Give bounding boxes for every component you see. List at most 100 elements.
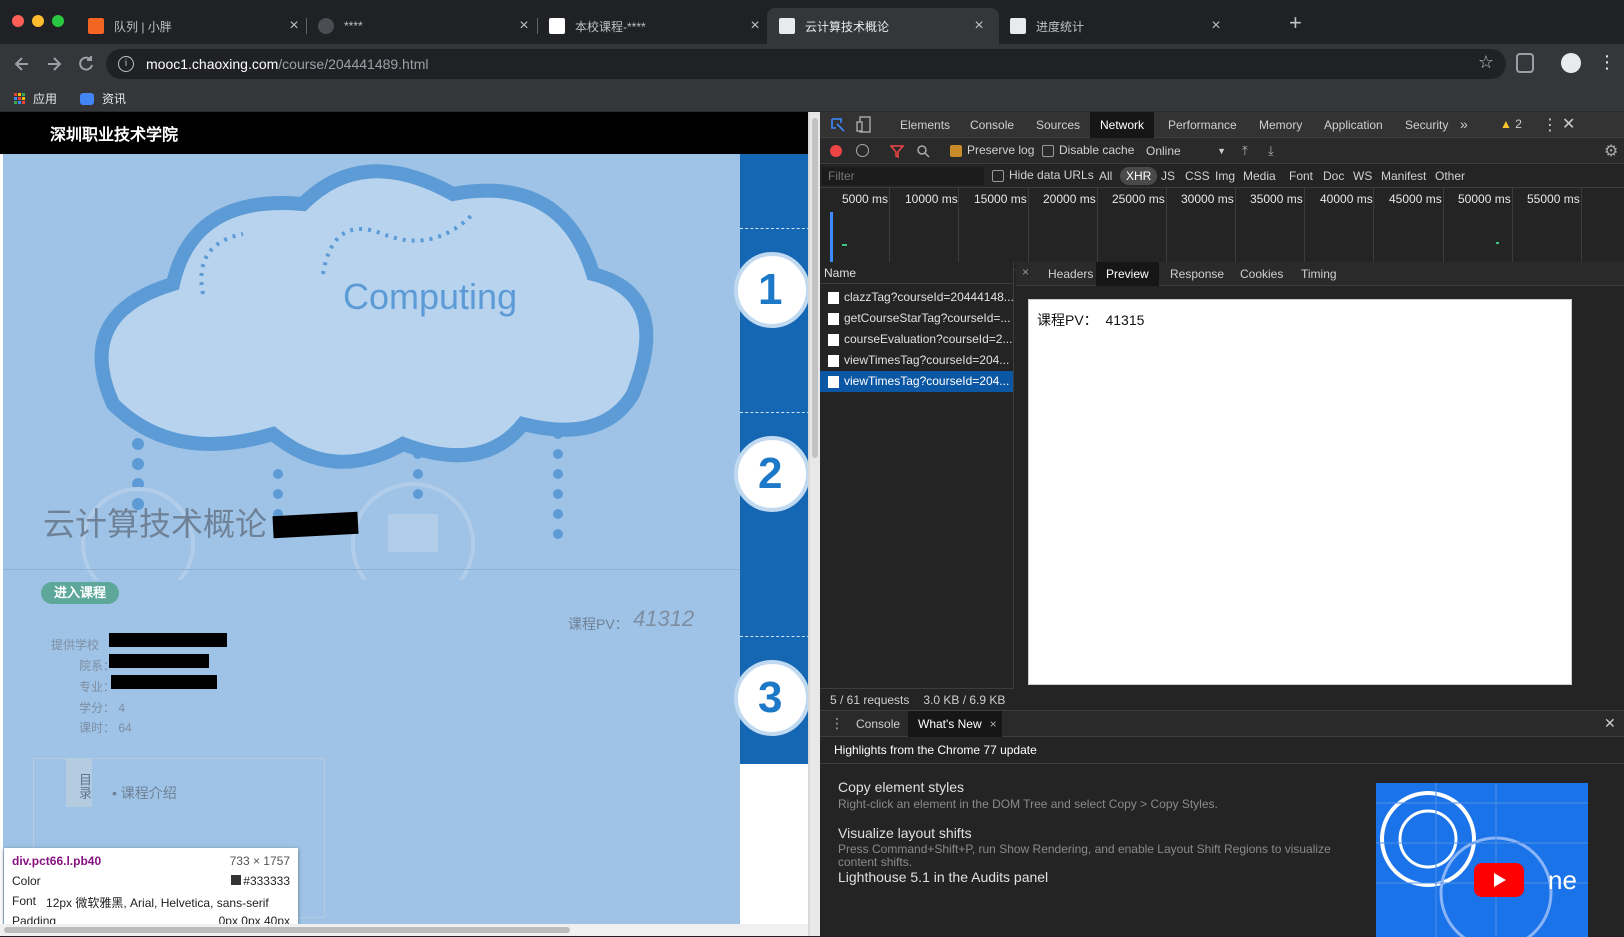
preserve-log-checkbox[interactable] bbox=[950, 145, 962, 157]
catalog-tab[interactable]: 目录 bbox=[66, 759, 92, 807]
filter-manifest[interactable]: Manifest bbox=[1378, 167, 1429, 185]
bookmark-apps[interactable]: 应用 bbox=[14, 90, 57, 107]
profile-avatar-icon[interactable] bbox=[1561, 53, 1581, 73]
filter-font[interactable]: Font bbox=[1286, 167, 1316, 185]
more-menu-icon[interactable]: ⋮ bbox=[1598, 52, 1616, 72]
horizontal-scrollbar[interactable] bbox=[0, 924, 808, 936]
page-scrollbar[interactable] bbox=[810, 112, 820, 936]
chapter-number-badge[interactable]: 1 bbox=[734, 252, 810, 328]
tab-network[interactable]: Network bbox=[1090, 112, 1155, 138]
device-toggle-icon[interactable] bbox=[856, 116, 872, 134]
search-icon[interactable] bbox=[916, 144, 930, 158]
import-har-icon[interactable]: ⤒ bbox=[1242, 143, 1248, 159]
clear-icon[interactable] bbox=[856, 144, 869, 157]
network-settings-gear-icon[interactable]: ⚙ bbox=[1604, 141, 1618, 161]
tab-memory[interactable]: Memory bbox=[1249, 112, 1312, 138]
whats-new-video-thumbnail[interactable]: ne bbox=[1376, 783, 1588, 937]
minimize-window-icon[interactable] bbox=[32, 15, 44, 27]
filter-css[interactable]: CSS bbox=[1182, 167, 1213, 185]
redaction-mark bbox=[109, 633, 227, 647]
tab-console[interactable]: Console bbox=[960, 112, 1024, 138]
request-row[interactable]: getCourseStarTag?courseId=... bbox=[820, 308, 1013, 329]
close-tab-icon[interactable]: × bbox=[747, 17, 763, 35]
scrollbar-thumb[interactable] bbox=[4, 927, 570, 933]
tab-timing[interactable]: Timing bbox=[1291, 262, 1347, 286]
browser-tab[interactable]: 进度统计 × bbox=[998, 8, 1236, 44]
throttle-select[interactable]: Online ▼ bbox=[1146, 141, 1226, 161]
filter-img[interactable]: Img bbox=[1212, 167, 1238, 185]
filter-funnel-icon[interactable] bbox=[890, 144, 904, 158]
filter-ws[interactable]: WS bbox=[1350, 167, 1375, 185]
enter-course-button[interactable]: 进入课程 bbox=[41, 582, 119, 604]
more-tabs-icon[interactable]: » bbox=[1460, 116, 1468, 132]
filter-other[interactable]: Other bbox=[1432, 167, 1468, 185]
forward-arrow-icon[interactable] bbox=[44, 54, 64, 74]
tab-cookies[interactable]: Cookies bbox=[1230, 262, 1293, 286]
record-icon[interactable] bbox=[830, 145, 842, 157]
close-detail-icon[interactable]: × bbox=[1022, 265, 1029, 279]
browser-tab[interactable]: 队列 | 小胖 × bbox=[76, 8, 314, 44]
filter-media[interactable]: Media bbox=[1240, 167, 1279, 185]
scrollbar-thumb[interactable] bbox=[812, 118, 818, 458]
timeline-overview[interactable]: 5000 ms 10000 ms 15000 ms 20000 ms 25000… bbox=[820, 188, 1624, 270]
feature-title[interactable]: Visualize layout shifts bbox=[838, 825, 1348, 841]
browser-tab[interactable]: **** × bbox=[306, 8, 544, 44]
tab-headers[interactable]: Headers bbox=[1038, 262, 1103, 286]
feature-title[interactable]: Copy element styles bbox=[838, 779, 1348, 795]
tab-performance[interactable]: Performance bbox=[1158, 112, 1247, 138]
chapter-number-badge[interactable]: 3 bbox=[734, 660, 810, 736]
new-tab-icon[interactable]: + bbox=[1289, 12, 1302, 34]
pv-label: 课程PV： bbox=[568, 616, 629, 632]
filter-js[interactable]: JS bbox=[1158, 167, 1178, 185]
chapter-number-badge[interactable]: 2 bbox=[734, 436, 810, 512]
close-devtools-icon[interactable]: ✕ bbox=[1562, 114, 1575, 134]
close-tab-icon[interactable]: × bbox=[286, 17, 302, 35]
filter-doc[interactable]: Doc bbox=[1320, 167, 1347, 185]
maximize-window-icon[interactable] bbox=[52, 15, 64, 27]
catalog-item[interactable]: • 课程介绍 bbox=[112, 783, 177, 803]
close-drawer-tab-icon[interactable]: × bbox=[990, 711, 997, 737]
browser-tab[interactable]: 本校课程-**** × bbox=[537, 8, 775, 44]
bookmark-news[interactable]: 资讯 bbox=[80, 90, 126, 107]
drawer-menu-icon[interactable]: ⋮ bbox=[830, 715, 844, 732]
tab-response[interactable]: Response bbox=[1160, 262, 1234, 286]
request-row-selected[interactable]: viewTimesTag?courseId=204... bbox=[820, 371, 1013, 392]
tab-security[interactable]: Security bbox=[1395, 112, 1458, 138]
bookmark-star-icon[interactable]: ☆ bbox=[1478, 52, 1494, 73]
devtools-menu-icon[interactable]: ⋮ bbox=[1542, 115, 1558, 135]
xhr-document-icon bbox=[828, 355, 839, 367]
drawer-tab-console[interactable]: Console bbox=[846, 711, 910, 737]
address-bar[interactable]: i mooc1.chaoxing.com/course/204441489.ht… bbox=[106, 49, 1506, 79]
school-name[interactable]: 深圳职业技术学院 bbox=[50, 121, 178, 145]
play-button-icon[interactable] bbox=[1474, 863, 1524, 897]
back-arrow-icon[interactable] bbox=[12, 54, 32, 74]
close-tab-icon[interactable]: × bbox=[971, 17, 987, 35]
tab-sources[interactable]: Sources bbox=[1026, 112, 1090, 138]
export-har-icon[interactable]: ⤓ bbox=[1268, 143, 1274, 159]
filter-all[interactable]: All bbox=[1096, 167, 1115, 185]
close-tab-icon[interactable]: × bbox=[1208, 17, 1224, 35]
feature-title[interactable]: Lighthouse 5.1 in the Audits panel bbox=[838, 869, 1348, 885]
tab-application[interactable]: Application bbox=[1314, 112, 1393, 138]
info-icon[interactable]: i bbox=[118, 56, 134, 72]
close-window-icon[interactable] bbox=[12, 15, 24, 27]
filter-xhr[interactable]: XHR bbox=[1120, 167, 1158, 185]
extension-icon[interactable] bbox=[1516, 53, 1534, 73]
reload-icon[interactable] bbox=[76, 54, 96, 74]
browser-tab-active[interactable]: 云计算技术概论 × bbox=[767, 8, 999, 44]
tab-elements[interactable]: Elements bbox=[890, 112, 960, 138]
request-row[interactable]: clazzTag?courseId=20444148... bbox=[820, 287, 1013, 308]
name-column-header[interactable]: Name bbox=[820, 262, 1013, 284]
warnings-badge[interactable]: ▲ 2 bbox=[1500, 117, 1522, 131]
close-tab-icon[interactable]: × bbox=[516, 17, 532, 35]
drawer-tab-whats-new[interactable]: What's New × bbox=[908, 711, 1002, 737]
xhr-document-icon bbox=[828, 313, 839, 325]
hide-data-urls-checkbox[interactable] bbox=[992, 170, 1004, 182]
request-row[interactable]: viewTimesTag?courseId=204... bbox=[820, 350, 1013, 371]
inspect-element-icon[interactable] bbox=[830, 117, 846, 133]
filter-input[interactable]: Filter bbox=[822, 167, 984, 185]
request-row[interactable]: courseEvaluation?courseId=2... bbox=[820, 329, 1013, 350]
close-drawer-icon[interactable]: ✕ bbox=[1604, 715, 1616, 732]
disable-cache-checkbox[interactable] bbox=[1042, 145, 1054, 157]
tab-preview[interactable]: Preview bbox=[1096, 262, 1159, 286]
